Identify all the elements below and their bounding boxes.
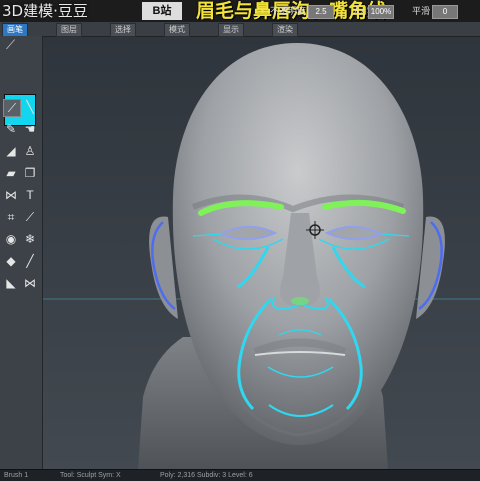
menu-item-render[interactable]: 渲染 <box>272 23 298 37</box>
pencil-icon[interactable]: ✎ <box>3 121 19 137</box>
line-icon[interactable]: ╲ <box>22 99 38 115</box>
move-icon[interactable]: ╱ <box>22 253 38 269</box>
fill-icon[interactable]: ◣ <box>3 275 19 291</box>
smooth-field[interactable]: 0 <box>432 5 458 19</box>
brush-preset-icon[interactable]: ⟋ <box>6 38 20 52</box>
status-brush: Brush 1 <box>4 472 29 479</box>
opacity-field[interactable]: 2.5 <box>308 5 334 19</box>
eye-icon[interactable]: ◉ <box>3 231 19 247</box>
menu-item-select[interactable]: 选择 <box>110 23 136 37</box>
size-field[interactable]: 100% <box>368 5 394 19</box>
platform-badge: B站 <box>142 2 182 20</box>
status-mesh-info: Poly: 2,316 Subdiv: 3 Level: 6 <box>160 472 253 479</box>
bucket-icon[interactable]: ◢ <box>3 143 19 159</box>
butterfly-icon[interactable]: ⋈ <box>22 275 38 291</box>
copy-icon[interactable]: ❐ <box>22 165 38 181</box>
menu-bar: 画笔 图层 选择 模式 显示 渲染 <box>0 22 480 37</box>
smooth-label: 平滑 <box>412 6 431 16</box>
snowflake-icon[interactable]: ❄ <box>22 231 38 247</box>
nose-tip-marker <box>291 297 309 305</box>
tool-palette: ⟋ ⟋ ╲ ✎ ☚ ◢ ♙ ▰ ❐ ⋈ T ⌗ ⟋ ◉ ❄ ◆ ╱ ◣ ⋈ <box>0 36 43 480</box>
channel-logo: 3D建模·豆豆 <box>2 2 88 20</box>
mirror-icon[interactable]: ⋈ <box>3 187 19 203</box>
smudge-icon[interactable]: ☚ <box>22 121 38 137</box>
menu-item-layer[interactable]: 图层 <box>56 23 82 37</box>
title-banner: 3D建模·豆豆 B站 眉毛与鼻唇沟、嘴角线 不透明度 2.5 大小 100% 平… <box>0 0 480 22</box>
menu-item-mode[interactable]: 模式 <box>164 23 190 37</box>
status-bar: Brush 1 Tool: Sculpt Sym: X Poly: 2,316 … <box>0 469 480 481</box>
brush-icon[interactable]: ⟋ <box>3 99 21 117</box>
3d-viewport[interactable] <box>43 37 480 469</box>
ruler-icon[interactable]: ◆ <box>3 253 19 269</box>
knife-icon[interactable]: ⟋ <box>22 209 38 225</box>
eraser-icon[interactable]: ▰ <box>3 165 19 181</box>
menu-item-brush[interactable]: 画笔 <box>2 23 28 37</box>
menu-item-display[interactable]: 显示 <box>218 23 244 37</box>
stamp-icon[interactable]: ♙ <box>22 143 38 159</box>
head-model-render <box>43 43 480 469</box>
opacity-label: 不透明度 <box>270 6 307 16</box>
status-tool: Tool: Sculpt Sym: X <box>60 472 121 479</box>
text-icon[interactable]: T <box>22 187 38 203</box>
crop-icon[interactable]: ⌗ <box>3 209 19 225</box>
